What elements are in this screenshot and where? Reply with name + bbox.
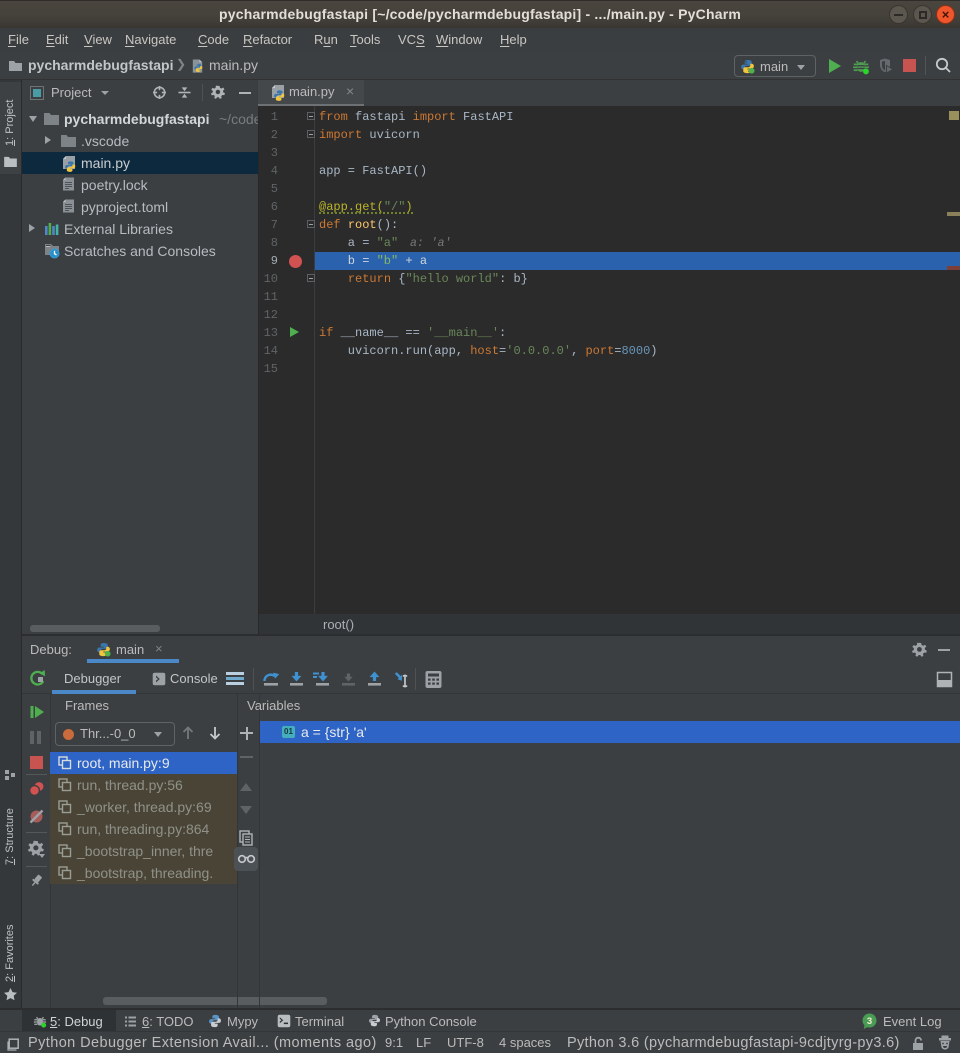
svg-text:3: 3 xyxy=(867,1016,872,1027)
